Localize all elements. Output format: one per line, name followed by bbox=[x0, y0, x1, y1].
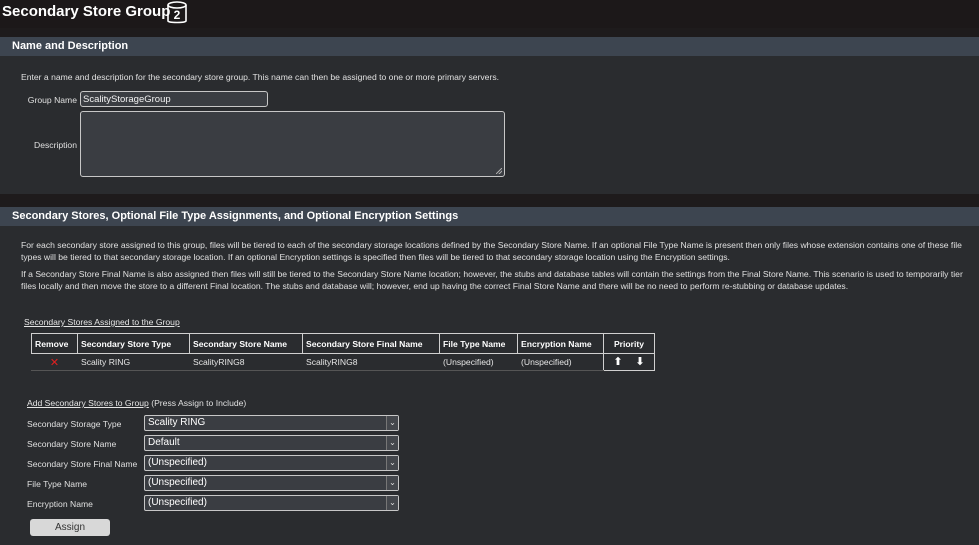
storage-type-select[interactable]: Scality RING ⌄ bbox=[144, 415, 399, 431]
chevron-down-icon: ⌄ bbox=[386, 496, 398, 510]
title-bar: Secondary Store Group 2 bbox=[0, 0, 979, 28]
file-type-label: File Type Name bbox=[27, 479, 88, 489]
store-name-value: Default bbox=[148, 437, 180, 448]
stores-paragraph-2: If a Secondary Store Final Name is also … bbox=[21, 269, 963, 291]
svg-text:2: 2 bbox=[174, 8, 181, 22]
col-priority: Priority bbox=[603, 333, 655, 354]
chevron-down-icon: ⌄ bbox=[386, 416, 398, 430]
col-store-name: Secondary Store Name bbox=[189, 333, 303, 354]
move-down-icon[interactable]: ⬇ bbox=[632, 355, 648, 369]
encryption-select[interactable]: (Unspecified) ⌄ bbox=[144, 495, 399, 511]
col-final-name: Secondary Store Final Name bbox=[302, 333, 440, 354]
remove-cell: ✕ bbox=[31, 353, 78, 371]
secondary-stores-header: Secondary Stores, Optional File Type Ass… bbox=[0, 207, 979, 226]
group-name-label: Group Name bbox=[27, 95, 77, 105]
col-remove: Remove bbox=[31, 333, 78, 354]
chevron-down-icon: ⌄ bbox=[386, 456, 398, 470]
add-stores-note: (Press Assign to Include) bbox=[148, 398, 247, 408]
resize-grip-icon[interactable] bbox=[496, 168, 502, 174]
assigned-stores-link[interactable]: Secondary Stores Assigned to the Group bbox=[24, 317, 180, 327]
store-name-cell: ScalityRING8 bbox=[189, 353, 303, 371]
add-stores-link[interactable]: Add Secondary Stores to Group bbox=[27, 398, 149, 408]
final-name-value: (Unspecified) bbox=[148, 457, 207, 468]
final-name-label: Secondary Store Final Name bbox=[27, 459, 138, 469]
encryption-value: (Unspecified) bbox=[148, 497, 207, 508]
file-type-select[interactable]: (Unspecified) ⌄ bbox=[144, 475, 399, 491]
store-type-cell: Scality RING bbox=[77, 353, 190, 371]
name-description-panel: Name and Description Enter a name and de… bbox=[0, 37, 979, 194]
move-up-icon[interactable]: ⬆ bbox=[610, 355, 626, 369]
storage-type-value: Scality RING bbox=[148, 417, 206, 428]
store-name-select[interactable]: Default ⌄ bbox=[144, 435, 399, 451]
priority-cell: ⬆ ⬇ bbox=[603, 353, 655, 371]
chevron-down-icon: ⌄ bbox=[386, 476, 398, 490]
name-description-intro: Enter a name and description for the sec… bbox=[21, 72, 500, 82]
add-stores-line: Add Secondary Stores to Group (Press Ass… bbox=[27, 398, 246, 408]
encryption-cell: (Unspecified) bbox=[517, 353, 604, 371]
file-type-cell: (Unspecified) bbox=[439, 353, 518, 371]
encryption-label: Encryption Name bbox=[27, 499, 93, 509]
remove-x-icon[interactable]: ✕ bbox=[35, 356, 74, 369]
store-name-label: Secondary Store Name bbox=[27, 439, 117, 449]
table-row: ✕ Scality RING ScalityRING8 ScalityRING8… bbox=[31, 353, 655, 371]
final-name-select[interactable]: (Unspecified) ⌄ bbox=[144, 455, 399, 471]
description-textarea[interactable] bbox=[80, 111, 505, 177]
col-file-type: File Type Name bbox=[439, 333, 518, 354]
assign-button[interactable]: Assign bbox=[30, 519, 110, 536]
file-type-value: (Unspecified) bbox=[148, 477, 207, 488]
name-description-header: Name and Description bbox=[0, 37, 979, 56]
stores-paragraph-1: For each secondary store assigned to thi… bbox=[21, 240, 962, 262]
secondary-stores-panel: Secondary Stores, Optional File Type Ass… bbox=[0, 207, 979, 545]
database-2-icon: 2 bbox=[167, 1, 187, 24]
storage-type-label: Secondary Storage Type bbox=[27, 419, 122, 429]
col-encryption: Encryption Name bbox=[517, 333, 604, 354]
col-store-type: Secondary Store Type bbox=[77, 333, 190, 354]
page-title: Secondary Store Group bbox=[2, 3, 171, 20]
final-name-cell: ScalityRING8 bbox=[302, 353, 440, 371]
chevron-down-icon: ⌄ bbox=[386, 436, 398, 450]
assigned-stores-table: Remove Secondary Store Type Secondary St… bbox=[31, 333, 655, 371]
table-header-row: Remove Secondary Store Type Secondary St… bbox=[31, 333, 655, 354]
description-label: Description bbox=[34, 140, 77, 150]
group-name-input[interactable]: ScalityStorageGroup bbox=[80, 91, 268, 107]
